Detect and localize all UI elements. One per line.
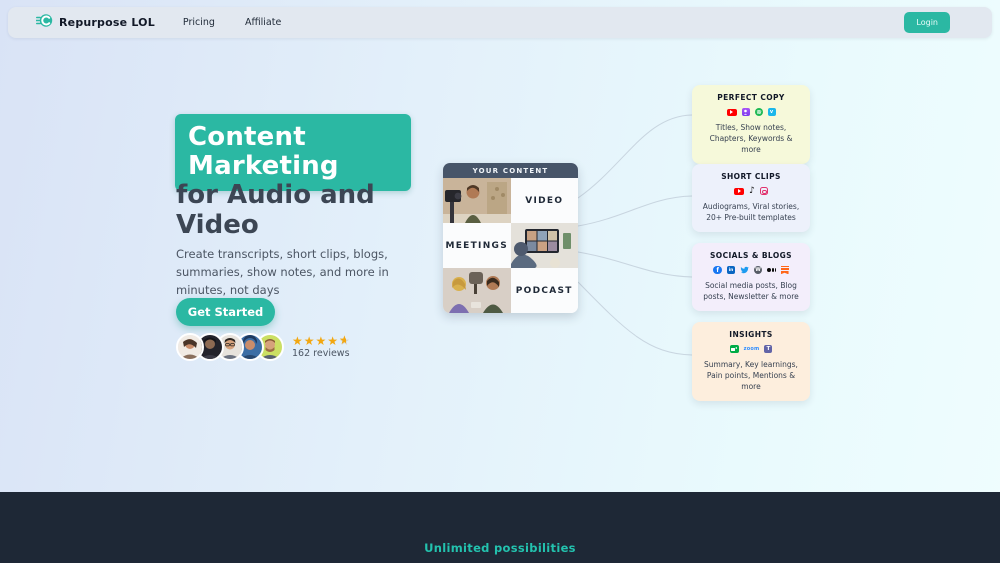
footer-section: Unlimited possibilities (0, 492, 1000, 563)
navbar: Repurpose LOL Pricing Affiliate Login (8, 7, 992, 38)
apple-podcasts-icon (742, 108, 750, 116)
ms-teams-icon: T (764, 345, 772, 353)
nav-link-pricing[interactable]: Pricing (183, 17, 215, 28)
nav-link-affiliate[interactable]: Affiliate (245, 17, 281, 28)
vimeo-icon: v (768, 108, 776, 116)
wordpress-icon: W (754, 266, 762, 274)
landing-page: Repurpose LOL Pricing Affiliate Login Co… (0, 0, 1000, 563)
medium-icon (767, 268, 776, 272)
linkedin-icon: in (727, 266, 735, 274)
socials-blogs-card: SOCIALS & BLOGS f in W Social media post… (692, 243, 810, 311)
video-photo (443, 178, 511, 223)
card-icons: zoom T (699, 344, 803, 354)
card-icons: v (699, 107, 803, 117)
nav-links: Pricing Affiliate (183, 17, 281, 28)
perfect-copy-card: PERFECT COPY v Titles, Show notes, Chapt… (692, 85, 810, 164)
star-rating-icon: ★★★★★ (292, 335, 351, 347)
avatar-group (176, 333, 276, 361)
facebook-icon: f (713, 266, 722, 275)
zoom-icon: zoom (744, 346, 760, 352)
your-content-card: YOUR CONTENT VIDEO MEETINGS PODCAST (443, 163, 578, 313)
hero-subtitle: Create transcripts, short clips, blogs, … (176, 246, 428, 299)
content-item-podcast: PODCAST (511, 268, 579, 313)
rating: ★★★★★ 162 reviews (292, 335, 351, 359)
youtube-icon (727, 109, 737, 116)
twitter-icon (740, 266, 749, 274)
short-clips-card: SHORT CLIPS ♪ Audiograms, Viral stories,… (692, 164, 810, 232)
card-title: SHORT CLIPS (699, 172, 803, 181)
social-proof: ★★★★★ 162 reviews (176, 333, 351, 361)
card-description: Social media posts, Blog posts, Newslett… (699, 281, 803, 303)
card-title: INSIGHTS (699, 330, 803, 339)
card-icons: ♪ (699, 186, 803, 196)
instagram-icon (760, 187, 768, 195)
your-content-title: YOUR CONTENT (473, 167, 549, 175)
get-started-button[interactable]: Get Started (176, 298, 275, 326)
tiktok-icon: ♪ (749, 187, 755, 196)
brand[interactable]: Repurpose LOL (36, 12, 155, 33)
content-grid: VIDEO MEETINGS PODCAST (443, 178, 578, 313)
page-title-highlight: Content Marketing (188, 123, 398, 181)
card-title: SOCIALS & BLOGS (699, 251, 803, 260)
youtube-icon (734, 188, 744, 195)
card-description: Audiograms, Viral stories, 20+ Pre-built… (699, 202, 803, 224)
brand-name: Repurpose LOL (59, 16, 155, 29)
card-description: Summary, Key learnings, Pain points, Men… (699, 360, 803, 393)
podcast-photo (443, 268, 511, 313)
substack-icon (781, 266, 789, 275)
card-title: PERFECT COPY (699, 93, 803, 102)
content-item-video: VIDEO (511, 178, 579, 223)
footer-heading: Unlimited possibilities (424, 541, 576, 555)
meetings-photo (511, 223, 579, 268)
content-item-meetings: MEETINGS (443, 223, 511, 268)
insights-card: INSIGHTS zoom T Summary, Key learnings, … (692, 322, 810, 401)
login-button[interactable]: Login (904, 12, 950, 33)
google-meet-icon (730, 345, 739, 353)
avatar (176, 333, 204, 361)
card-icons: f in W (699, 265, 803, 275)
page-title-rest: for Audio and Video (176, 181, 426, 241)
spotify-icon (755, 108, 763, 116)
brand-logo-icon (36, 12, 53, 33)
card-description: Titles, Show notes, Chapters, Keywords &… (699, 123, 803, 156)
reviews-count: 162 reviews (292, 348, 351, 359)
your-content-header: YOUR CONTENT (443, 163, 578, 178)
